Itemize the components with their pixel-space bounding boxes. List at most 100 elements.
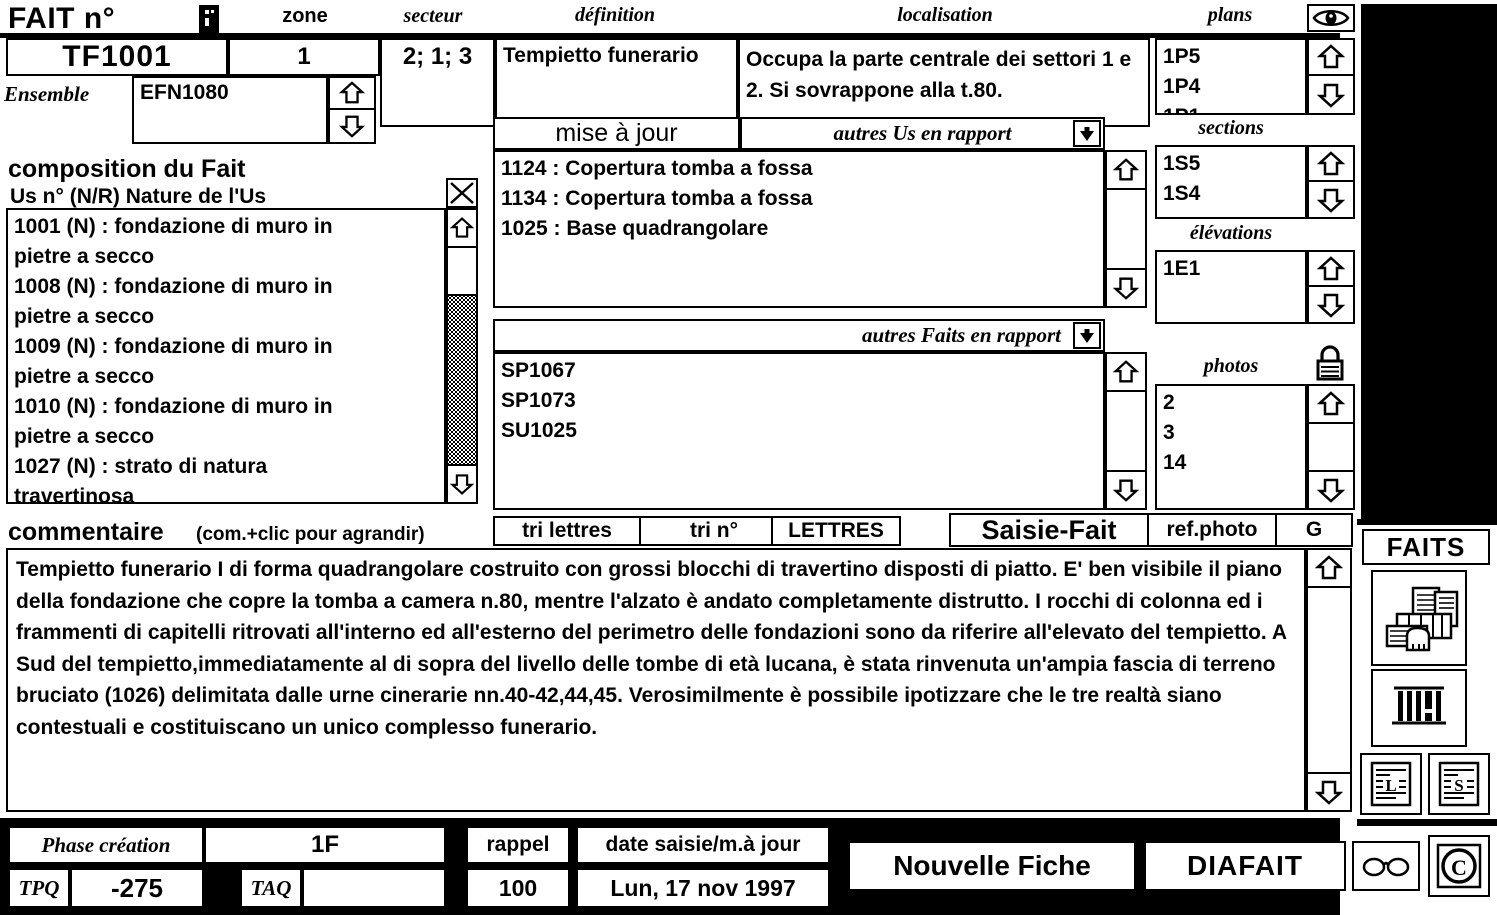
- commentaire-scrollbar[interactable]: [1306, 548, 1352, 812]
- scroll-down-button[interactable]: [1307, 76, 1355, 115]
- autres-us-label: autres Us en rapport: [833, 121, 1012, 145]
- definition-field[interactable]: Tempietto funerario: [495, 38, 738, 127]
- composition-title: composition du Fait: [8, 155, 246, 183]
- close-box-icon[interactable]: [446, 178, 478, 208]
- scroll-track[interactable]: [1306, 588, 1352, 772]
- scroll-down-button[interactable]: [1105, 470, 1147, 510]
- list-item: 1008 (N) : fondazione di muro in: [14, 275, 333, 298]
- scroll-down-button[interactable]: [1307, 287, 1355, 324]
- scroll-track[interactable]: [1307, 424, 1355, 470]
- eye-icon[interactable]: [1307, 4, 1355, 32]
- monument-icon[interactable]: [1371, 669, 1467, 747]
- fait-number-field[interactable]: TF1001: [6, 38, 228, 76]
- rappel-label: rappel: [466, 826, 570, 864]
- localisation-field[interactable]: Occupa la parte centrale dei settori 1 e…: [738, 38, 1150, 127]
- plans-listbox[interactable]: 1P5 1P4 1P1: [1155, 38, 1307, 115]
- commentaire-title: commentaire: [8, 518, 164, 546]
- scroll-up-button[interactable]: [1307, 38, 1355, 76]
- phase-creation-value[interactable]: 1F: [204, 826, 446, 864]
- autres-us-listbox[interactable]: 1124 : Copertura tomba a fossa 1134 : Co…: [493, 150, 1105, 308]
- scroll-down-button[interactable]: [1307, 470, 1355, 510]
- ensemble-field[interactable]: EFN1080: [132, 76, 328, 144]
- sections-listbox[interactable]: 1S5 1S4: [1155, 145, 1307, 219]
- tri-numero-button[interactable]: tri n°: [641, 516, 789, 546]
- ensemble-scrollbar[interactable]: [328, 76, 376, 144]
- autres-faits-listbox[interactable]: SP1067 SP1073 SU1025: [493, 352, 1105, 510]
- file-cards-icon[interactable]: [1371, 570, 1467, 666]
- scroll-up-button[interactable]: [328, 76, 376, 110]
- list-item: 1P5: [1163, 45, 1201, 68]
- date-saisie-label: date saisie/m.à jour: [576, 826, 830, 864]
- list-item: 1S4: [1163, 182, 1201, 205]
- list-item: 1124 : Copertura tomba a fossa: [501, 157, 813, 180]
- taq-field[interactable]: [302, 868, 446, 908]
- autres-us-popup-icon[interactable]: [1073, 120, 1101, 147]
- phase-creation-label: Phase création: [8, 826, 204, 864]
- composition-scrollbar[interactable]: [446, 208, 478, 504]
- secteur-label: secteur: [403, 5, 463, 27]
- saisie-fait-button[interactable]: Saisie-Fait: [949, 513, 1149, 547]
- sidebar-top-rule: [1357, 519, 1497, 525]
- elevations-listbox[interactable]: 1E1: [1155, 250, 1307, 324]
- glasses-icon[interactable]: [1352, 841, 1420, 891]
- scroll-track[interactable]: [1105, 392, 1147, 470]
- ensemble-label: Ensemble: [4, 82, 90, 106]
- copyright-icon[interactable]: C: [1428, 835, 1490, 897]
- list-item: SP1067: [501, 359, 576, 382]
- list-item: 1S5: [1163, 152, 1201, 175]
- sheet-S-icon[interactable]: S: [1428, 753, 1490, 815]
- lettres-button[interactable]: LETTRES: [771, 516, 901, 546]
- scroll-down-button[interactable]: [1307, 182, 1355, 219]
- scroll-down-button[interactable]: [446, 464, 478, 504]
- autres-us-header[interactable]: autres Us en rapport: [740, 117, 1105, 150]
- plans-scrollbar[interactable]: [1307, 38, 1355, 115]
- composition-listbox[interactable]: 1001 (N) : fondazione di muro in pietre …: [6, 208, 446, 504]
- commentaire-textarea[interactable]: Tempietto funerario I di forma quadrango…: [6, 548, 1306, 812]
- ref-photo-value[interactable]: G: [1277, 513, 1353, 547]
- elevations-label: élévations: [1189, 222, 1273, 244]
- autres-us-scrollbar[interactable]: [1105, 150, 1147, 308]
- autres-faits-popup-icon[interactable]: [1073, 322, 1101, 349]
- mise-a-jour-label: mise à jour: [555, 119, 678, 147]
- autres-faits-header[interactable]: autres Faits en rapport: [493, 319, 1105, 352]
- scroll-thumb[interactable]: [446, 248, 478, 296]
- date-saisie-field[interactable]: Lun, 17 nov 1997: [576, 868, 830, 908]
- svg-text:L: L: [1385, 776, 1396, 795]
- mise-a-jour-button[interactable]: mise à jour: [493, 117, 740, 150]
- scroll-down-button[interactable]: [328, 110, 376, 144]
- scroll-up-button[interactable]: [446, 208, 478, 248]
- localisation-label: localisation: [897, 4, 993, 26]
- scroll-up-button[interactable]: [1307, 384, 1355, 424]
- rappel-field[interactable]: 100: [466, 868, 570, 908]
- scroll-up-button[interactable]: [1307, 250, 1355, 287]
- photos-scrollbar[interactable]: [1307, 384, 1355, 510]
- scroll-up-button[interactable]: [1307, 145, 1355, 182]
- elevations-scrollbar[interactable]: [1307, 250, 1355, 324]
- autres-faits-scrollbar[interactable]: [1105, 352, 1147, 510]
- lock-icon: [199, 5, 219, 33]
- list-item: travertinosa: [14, 485, 135, 504]
- scroll-track[interactable]: [446, 296, 478, 464]
- commentaire-hint: (com.+clic pour agrandir): [196, 524, 425, 545]
- list-item: 14: [1163, 451, 1187, 474]
- scroll-down-button[interactable]: [1105, 268, 1147, 308]
- tpq-field[interactable]: -275: [70, 868, 204, 908]
- faits-tab[interactable]: FAITS: [1362, 529, 1490, 565]
- scroll-down-button[interactable]: [1306, 772, 1352, 812]
- scroll-up-button[interactable]: [1105, 352, 1147, 392]
- list-item: pietre a secco: [14, 305, 155, 328]
- photos-listbox[interactable]: 2 3 14: [1155, 384, 1307, 510]
- sections-label: sections: [1198, 117, 1264, 139]
- diafait-button[interactable]: DIAFAIT: [1144, 841, 1346, 891]
- scroll-up-button[interactable]: [1105, 150, 1147, 190]
- scroll-track[interactable]: [1105, 190, 1147, 268]
- secteur-field[interactable]: 2; 1; 3: [380, 38, 495, 127]
- nouvelle-fiche-button[interactable]: Nouvelle Fiche: [848, 841, 1136, 891]
- zone-field[interactable]: 1: [228, 38, 380, 76]
- tpq-label-text: TPQ: [18, 875, 60, 900]
- sections-scrollbar[interactable]: [1307, 145, 1355, 219]
- scroll-up-button[interactable]: [1306, 548, 1352, 588]
- svg-text:S: S: [1454, 776, 1463, 795]
- letter-L-icon[interactable]: L: [1360, 753, 1422, 815]
- tri-lettres-button[interactable]: tri lettres: [493, 516, 641, 546]
